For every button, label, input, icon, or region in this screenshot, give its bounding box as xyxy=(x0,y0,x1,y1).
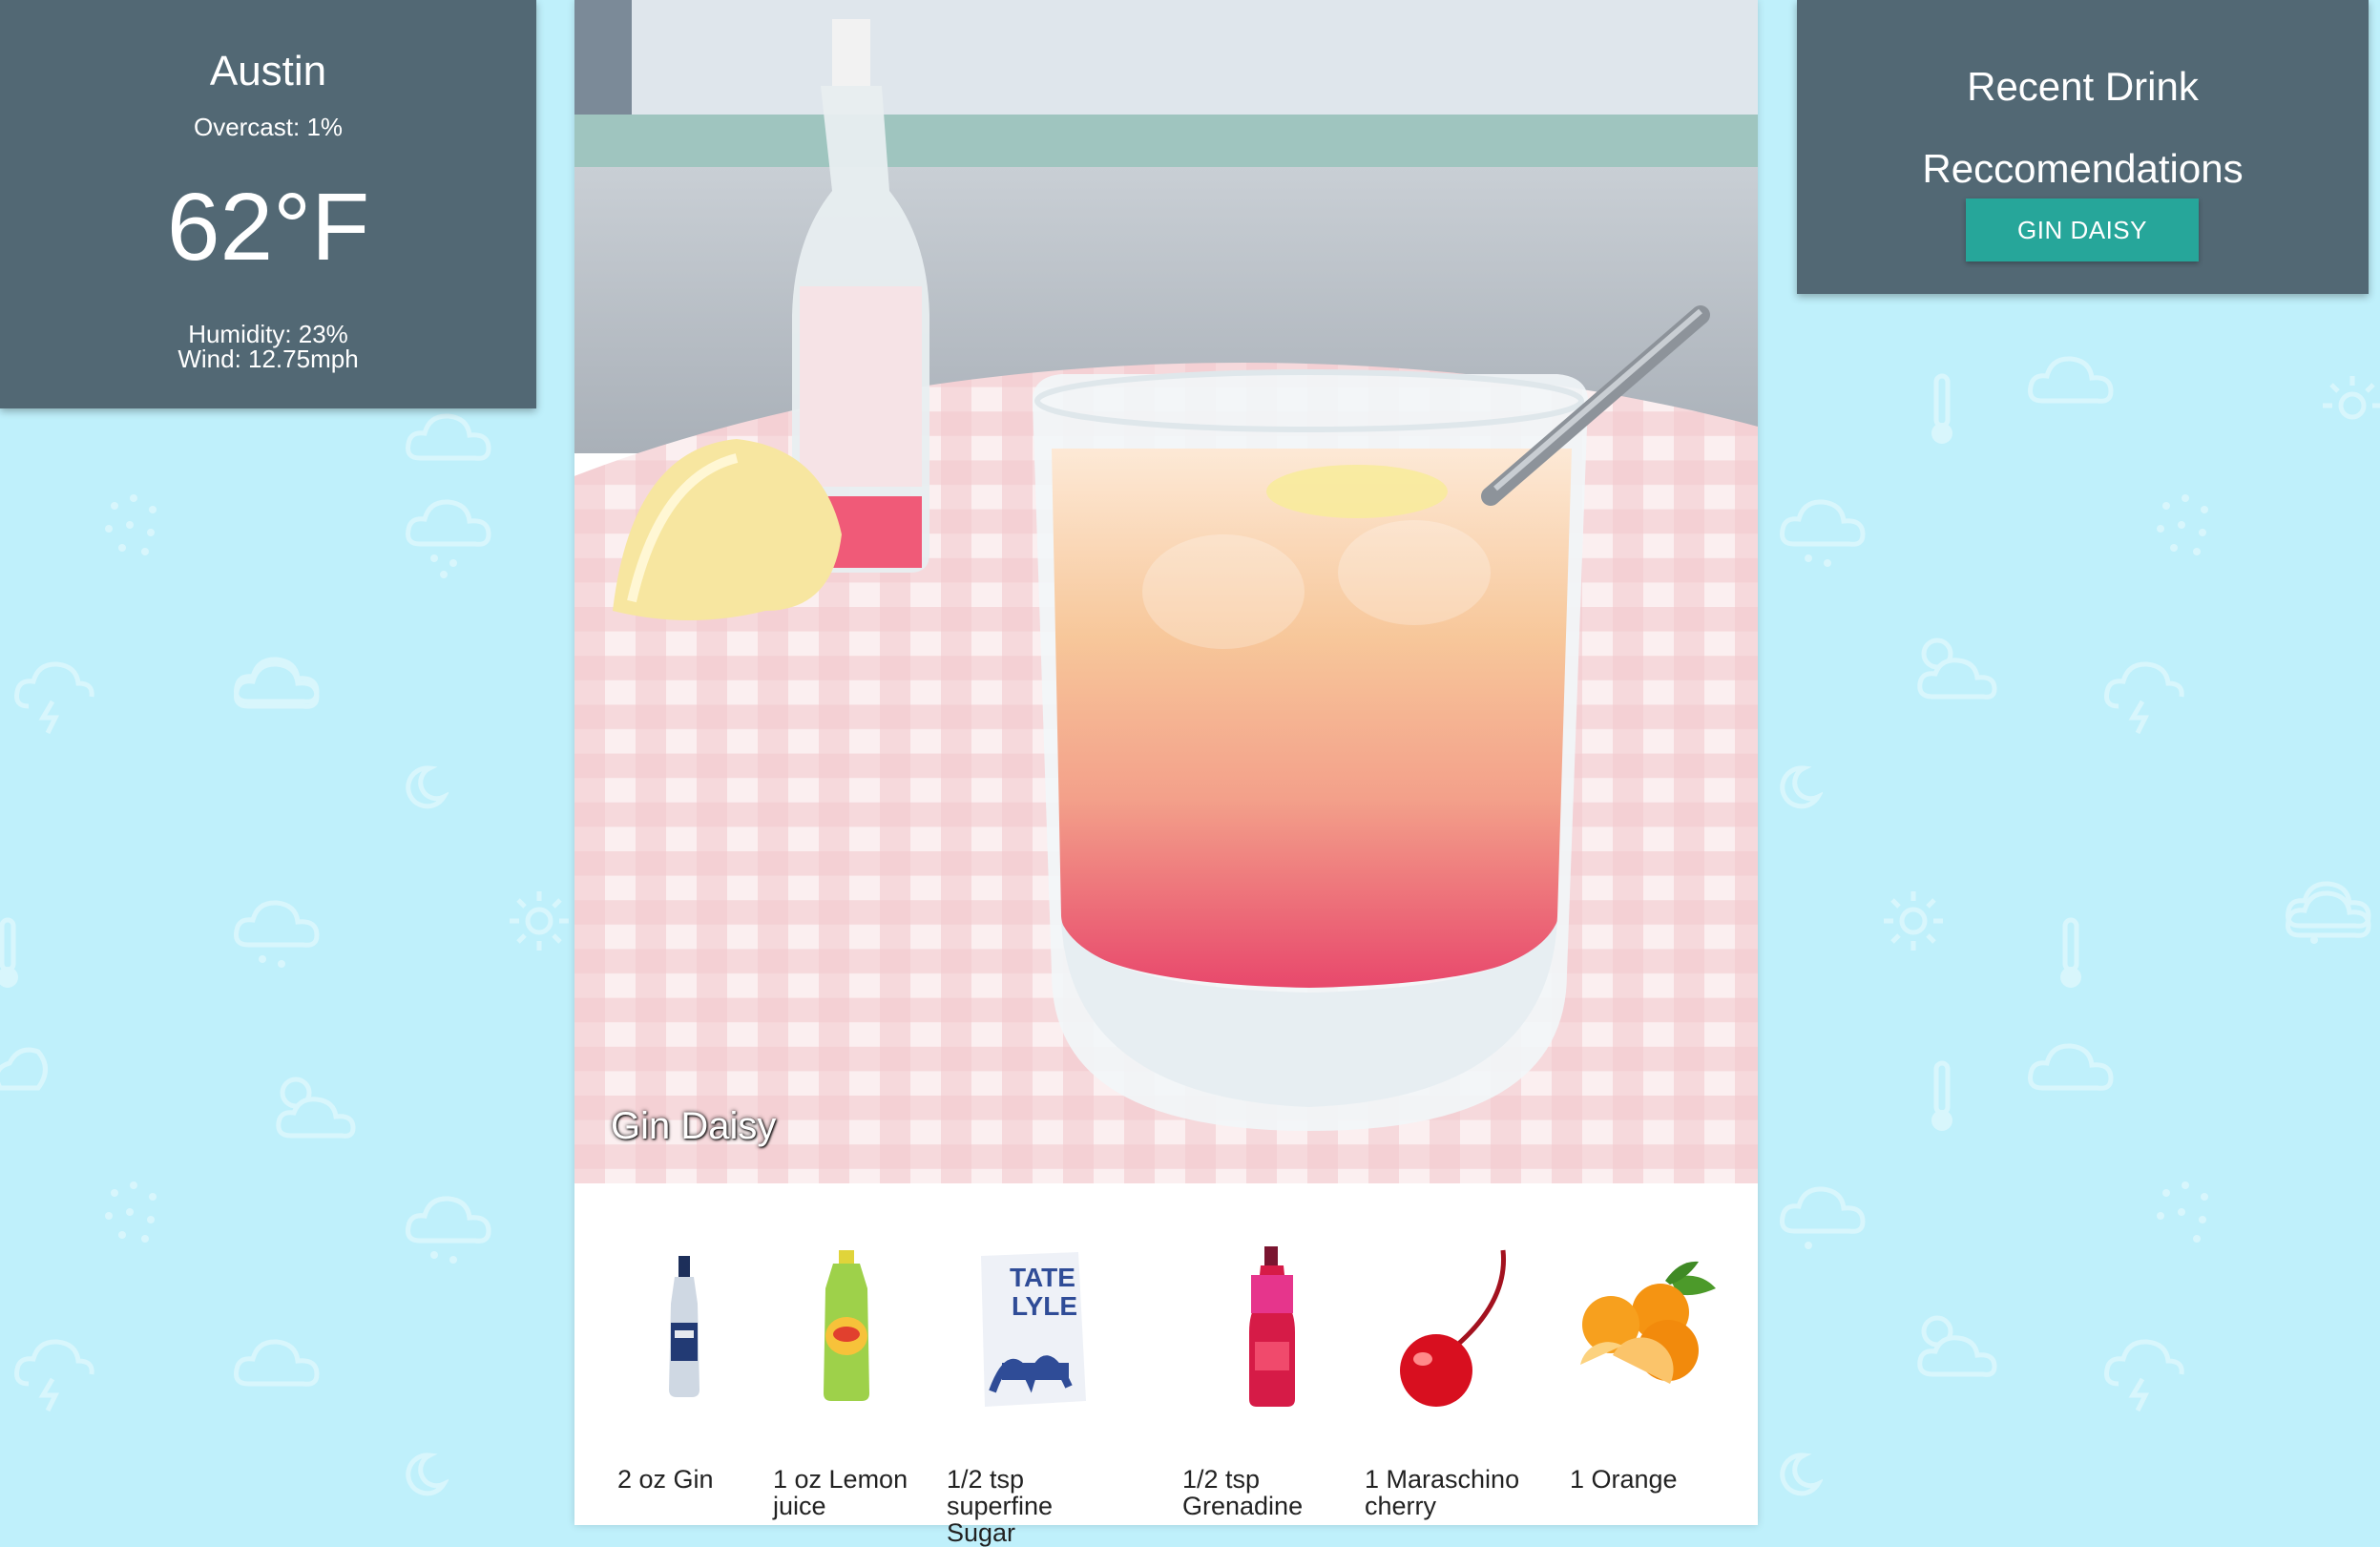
ingredient-item: 1 Maraschino cherry xyxy=(1362,1183,1553,1525)
rain-cloud-icon xyxy=(1780,1186,1866,1249)
thermometer-icon xyxy=(0,917,18,988)
rain-cloud-icon xyxy=(234,900,320,968)
rain-cloud-icon xyxy=(1780,499,1866,567)
drink-photo xyxy=(574,0,1758,1183)
storm-cloud-icon xyxy=(2104,1339,2184,1412)
ingredient-label-line2: Sugar xyxy=(947,1518,1016,1547)
snow-icon xyxy=(2157,494,2208,555)
ingredients-list: 2 oz Gin 1 oz Lemon juice TATE LYLE 1/2 … xyxy=(574,1183,1761,1546)
recent-recommendations-card: Recent Drink Reccomendations GIN DAISY xyxy=(1797,0,2369,294)
svg-text:TATE: TATE xyxy=(1010,1263,1075,1292)
drink-name: Gin Daisy xyxy=(611,1105,777,1147)
recent-drink-button-gin-daisy[interactable]: GIN DAISY xyxy=(1966,199,2199,261)
sun-icon xyxy=(2323,376,2380,420)
thermometer-icon xyxy=(2060,917,2081,988)
cloud-icon xyxy=(234,657,320,704)
moon-icon xyxy=(406,765,449,809)
rain-cloud-icon xyxy=(2286,881,2371,944)
cloud-icon xyxy=(2028,1043,2114,1091)
svg-text:LYLE: LYLE xyxy=(1012,1291,1077,1321)
humidity-text: Humidity: 23% xyxy=(188,320,348,348)
snow-icon xyxy=(2157,1181,2208,1243)
cherry-icon xyxy=(1400,1249,1507,1407)
gin-bottle-icon xyxy=(669,1256,699,1397)
grenadine-bottle-icon xyxy=(1249,1246,1295,1407)
cocktail-photo-illustration xyxy=(574,0,1758,1183)
ingredient-label-line2: Grenadine xyxy=(1182,1492,1304,1520)
cloud-icon xyxy=(2028,356,2114,404)
ingredient-label: 1/2 tsp xyxy=(1182,1465,1261,1494)
city-name: Austin xyxy=(209,48,327,94)
lemon-juice-bottle-icon xyxy=(824,1250,869,1401)
sun-icon xyxy=(510,891,569,951)
cloud-icon xyxy=(0,1047,48,1091)
drink-card: Gin Daisy 2 oz Gin 1 oz Lemon juice TATE… xyxy=(574,0,1761,1546)
recent-recommendations-title: Recent Drink Reccomendations xyxy=(1922,64,2244,191)
ingredient-label: 1 Orange xyxy=(1570,1465,1678,1494)
ingredient-label-line2: juice xyxy=(773,1492,826,1520)
moon-icon xyxy=(1780,1453,1823,1496)
moon-icon xyxy=(406,1453,449,1496)
weather-card: Austin Overcast: 1% 62°F Humidity: 23% W… xyxy=(0,0,536,408)
moon-icon xyxy=(1780,765,1823,809)
ingredient-item: 1 oz Lemon juice xyxy=(770,1183,961,1525)
thermometer-icon xyxy=(1931,1060,1952,1131)
ingredient-item: 1/2 tsp Grenadine xyxy=(1179,1183,1369,1525)
rain-cloud-icon xyxy=(406,499,491,578)
orange-icon xyxy=(1580,1261,1716,1384)
storm-cloud-icon xyxy=(2104,661,2184,735)
sugar-bag-icon: TATE LYLE xyxy=(981,1252,1086,1407)
snow-icon xyxy=(105,1181,157,1243)
partly-cloudy-icon xyxy=(1917,1315,1997,1377)
cloud-icon xyxy=(234,1339,320,1387)
temperature: 62°F xyxy=(166,174,370,281)
cloud-icon xyxy=(406,413,491,461)
ingredient-label: 1 Maraschino xyxy=(1365,1465,1520,1494)
partly-cloudy-icon xyxy=(1917,638,1997,700)
ingredient-label: 1/2 tsp superfine xyxy=(947,1465,1054,1520)
ingredient-item: 1 Orange xyxy=(1570,1183,1761,1525)
storm-cloud-icon xyxy=(14,661,94,735)
snow-icon xyxy=(105,494,157,555)
wind-text: Wind: 12.75mph xyxy=(177,345,359,373)
partly-cloudy-icon xyxy=(276,1077,356,1139)
ingredient-label: 2 oz Gin xyxy=(617,1465,714,1494)
ingredient-label: 1 oz Lemon xyxy=(773,1465,908,1494)
sun-icon xyxy=(1884,891,1943,951)
ingredient-label-line2: cherry xyxy=(1365,1492,1437,1520)
overcast-text: Overcast: 1% xyxy=(193,113,344,141)
ingredient-item: TATE LYLE 1/2 tsp superfine Sugar xyxy=(945,1183,1136,1546)
rain-cloud-icon xyxy=(406,1196,491,1264)
thermometer-icon xyxy=(1931,373,1952,444)
storm-cloud-icon xyxy=(14,1339,94,1412)
